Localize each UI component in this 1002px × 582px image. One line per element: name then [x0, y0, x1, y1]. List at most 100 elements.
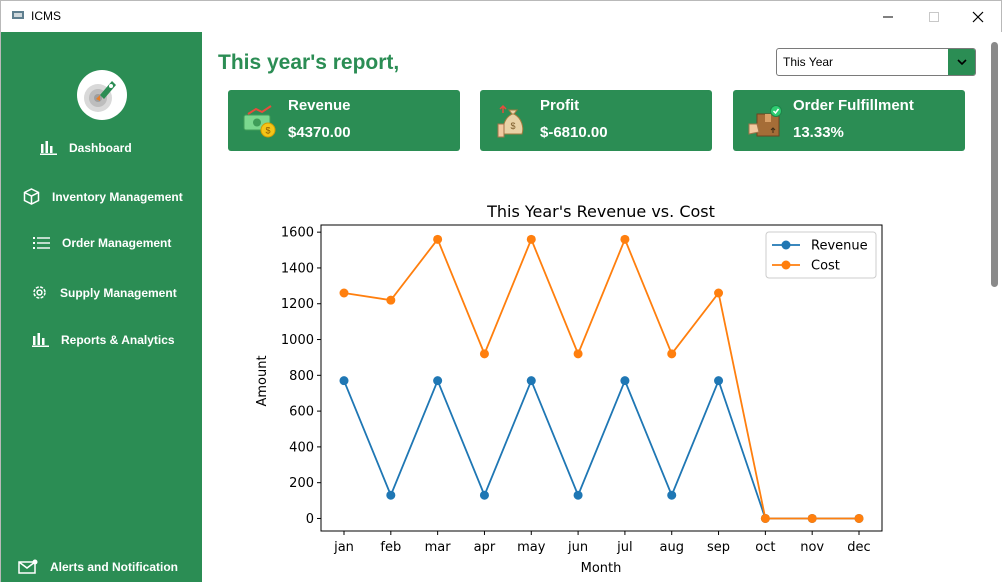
vertical-scrollbar[interactable]	[988, 32, 1002, 582]
svg-text:$: $	[510, 121, 515, 131]
app-window: ICMS Dashboard Inventory Management Orde…	[0, 0, 1002, 582]
x-tick-label: mar	[425, 540, 452, 555]
gear-icon	[33, 286, 46, 299]
cost-data-point	[339, 288, 349, 298]
revenue-data-point	[620, 376, 630, 386]
rocket-logo-icon	[77, 70, 127, 120]
main-content: This year's report, This Year $ Revenue …	[202, 32, 988, 582]
y-tick-label: 800	[289, 369, 314, 384]
chart-title: This Year's Revenue vs. Cost	[486, 202, 715, 221]
revenue-data-point	[433, 376, 443, 386]
cost-data-point	[620, 234, 630, 244]
y-tick-label: 400	[289, 440, 314, 455]
x-tick-label: aug	[659, 540, 683, 555]
close-icon	[972, 11, 984, 22]
period-select[interactable]: This Year	[776, 48, 976, 76]
revenue-data-point	[339, 376, 349, 386]
x-tick-label: sep	[707, 540, 730, 555]
bar-chart-icon	[40, 141, 57, 155]
mail-icon	[18, 559, 38, 574]
cost-data-point	[854, 513, 864, 523]
sidebar-item-supply[interactable]: Supply Management	[31, 284, 177, 301]
sidebar-item-label: Supply Management	[60, 285, 177, 300]
revenue-data-point	[479, 490, 489, 500]
cost-series-line	[343, 236, 859, 520]
chart-x-axis-label: Month	[581, 561, 622, 576]
sidebar-item-label: Reports & Analytics	[61, 332, 175, 347]
money-icon: $	[243, 105, 276, 138]
sidebar-item-alerts[interactable]: Alerts and Notification	[18, 559, 178, 575]
y-tick-label: 600	[289, 405, 314, 420]
legend-label: Revenue	[811, 239, 868, 254]
list-icon	[33, 237, 50, 249]
revenue-data-point	[573, 490, 583, 500]
revenue-data-point	[714, 376, 724, 386]
minimize-icon	[883, 16, 893, 17]
x-tick-label: oct	[755, 540, 775, 555]
window-title: ICMS	[31, 9, 61, 23]
money-bag-icon: $	[497, 104, 524, 138]
legend-swatch-marker	[781, 240, 791, 250]
card-value: 13.33%	[793, 124, 844, 141]
card-label: Order Fulfillment	[793, 97, 914, 114]
x-tick-label: feb	[380, 540, 401, 555]
revenue-data-point	[526, 376, 536, 386]
bar-chart-icon	[32, 333, 49, 347]
sidebar-item-orders[interactable]: Order Management	[33, 236, 171, 250]
scrollbar-thumb[interactable]	[991, 42, 998, 287]
cost-data-point	[573, 349, 583, 359]
cost-data-point	[526, 234, 536, 244]
profit-card: $ Profit $-6810.00	[480, 90, 712, 151]
sidebar-item-inventory[interactable]: Inventory Management	[23, 188, 183, 205]
close-button[interactable]	[955, 1, 1001, 32]
card-value: $4370.00	[288, 124, 351, 141]
sidebar-item-dashboard[interactable]: Dashboard	[40, 140, 132, 155]
cost-data-point	[433, 234, 443, 244]
revenue-data-point	[667, 490, 677, 500]
y-tick-label: 1200	[281, 297, 314, 312]
x-tick-label: jan	[333, 540, 354, 555]
cost-data-point	[714, 288, 724, 298]
cost-data-point	[479, 349, 489, 359]
revenue-series-line	[343, 378, 859, 520]
period-select-value: This Year	[783, 55, 834, 69]
sidebar-item-label: Inventory Management	[52, 189, 183, 204]
sidebar-item-label: Alerts and Notification	[50, 560, 179, 574]
y-tick-label: 0	[306, 512, 314, 527]
x-tick-label: apr	[474, 540, 496, 555]
y-tick-label: 1400	[281, 261, 314, 276]
page-title: This year's report,	[218, 51, 400, 74]
y-tick-label: 1000	[281, 333, 314, 348]
svg-text:$: $	[265, 126, 270, 136]
sidebar: Dashboard Inventory Management Order Man…	[1, 32, 202, 582]
card-label: Revenue	[288, 97, 351, 114]
x-tick-label: dec	[847, 540, 870, 555]
x-tick-label: jun	[567, 540, 588, 555]
cost-data-point	[760, 513, 770, 523]
x-tick-label: nov	[800, 540, 824, 555]
maximize-icon	[929, 11, 939, 22]
x-tick-label: may	[517, 540, 546, 555]
cost-data-point	[386, 295, 396, 305]
revenue-cost-chart: This Year's Revenue vs. Cost Month Amoun…	[255, 202, 883, 576]
revenue-card: $ Revenue $4370.00	[228, 90, 460, 151]
minimize-button[interactable]	[865, 1, 911, 32]
chevron-down-icon[interactable]	[948, 49, 975, 75]
maximize-button[interactable]	[911, 1, 957, 32]
title-bar: ICMS	[1, 1, 1001, 32]
box-icon	[23, 188, 40, 205]
cost-data-point	[807, 513, 817, 523]
sidebar-item-reports[interactable]: Reports & Analytics	[32, 332, 175, 347]
sidebar-item-label: Dashboard	[69, 140, 132, 155]
x-tick-label: jul	[616, 540, 632, 555]
order-fulfillment-card: Order Fulfillment 13.33%	[733, 90, 965, 151]
revenue-data-point	[386, 490, 396, 500]
package-icon	[748, 105, 782, 137]
chart-y-axis-label: Amount	[255, 355, 270, 406]
cost-data-point	[667, 349, 677, 359]
y-tick-label: 1600	[281, 226, 314, 241]
card-label: Profit	[540, 97, 580, 114]
legend-swatch-marker	[781, 260, 791, 270]
y-tick-label: 200	[289, 476, 314, 491]
sidebar-item-label: Order Management	[62, 236, 172, 250]
